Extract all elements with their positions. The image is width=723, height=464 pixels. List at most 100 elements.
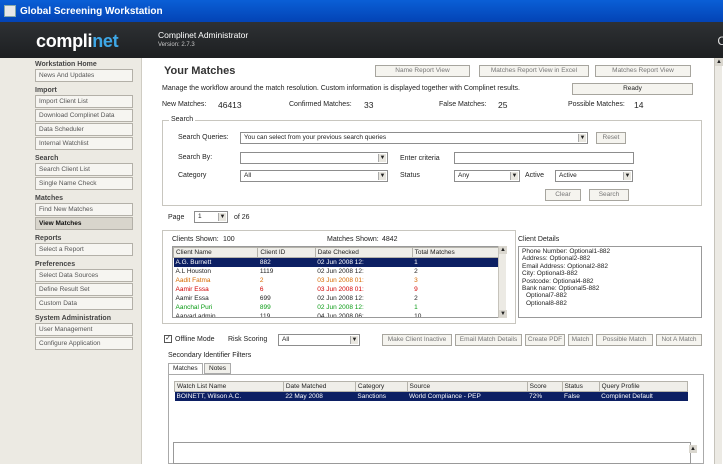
scroll-up-icon[interactable]: ▲ bbox=[689, 445, 697, 453]
sidebar-item[interactable]: View Matches bbox=[35, 217, 133, 230]
tab-matches[interactable]: Matches bbox=[168, 363, 203, 374]
column-header[interactable]: Status bbox=[561, 381, 600, 392]
sidebar-item[interactable]: Configure Application bbox=[35, 337, 133, 350]
client-detail-line: City: Optional3-882 bbox=[522, 270, 578, 278]
false-matches-value: 25 bbox=[498, 100, 508, 110]
client-id-cell: 882 bbox=[259, 259, 271, 266]
column-header[interactable]: Total Matches bbox=[411, 247, 500, 258]
offline-mode-checkbox[interactable]: ✓ bbox=[164, 335, 172, 343]
column-header[interactable]: Date Matched bbox=[282, 381, 356, 392]
client-name-cell: Aamir Essa bbox=[175, 286, 209, 293]
matches-report-excel-button[interactable]: Matches Report View in Excel bbox=[479, 65, 589, 77]
sidebar-item[interactable]: Search Client List bbox=[35, 163, 133, 176]
status-select[interactable]: Any ▼ bbox=[454, 170, 520, 182]
client-name-cell: Aamir Essa bbox=[175, 295, 209, 302]
scroll-down-icon[interactable]: ▼ bbox=[499, 310, 507, 318]
chevron-down-icon: ▼ bbox=[350, 336, 358, 344]
risk-scoring-select[interactable]: All ▼ bbox=[278, 334, 360, 346]
action-button[interactable]: Make Client Inactive bbox=[382, 334, 452, 346]
column-header[interactable]: Query Profile bbox=[598, 381, 689, 392]
admin-title: Complinet Administrator bbox=[158, 30, 249, 40]
page-scrollbar[interactable]: ▲ bbox=[714, 58, 723, 464]
sidebar-item[interactable]: Single Name Check bbox=[35, 177, 133, 190]
page-select[interactable]: 1 ▼ bbox=[194, 211, 228, 223]
search-by-select[interactable]: ▼ bbox=[240, 152, 388, 164]
category-label: Category bbox=[178, 172, 207, 179]
sidebar-item[interactable]: User Management bbox=[35, 323, 133, 336]
page-count: of 26 bbox=[234, 214, 250, 221]
date-checked-cell: 02 Jun 2008 12: bbox=[317, 268, 364, 275]
action-button[interactable]: Email Match Details bbox=[455, 334, 522, 346]
table-row[interactable]: Aanchal Puri 899 02 Jun 2008 12: 1 bbox=[174, 303, 499, 312]
column-header[interactable]: Client ID bbox=[257, 247, 316, 258]
table-row[interactable]: BOINETT, Wilson A.C. 22 May 2008 Sanctio… bbox=[174, 391, 688, 401]
date-checked-cell: 04 Jun 2008 06: bbox=[317, 313, 364, 318]
action-button[interactable]: Possible Match bbox=[596, 334, 653, 346]
source-cell: World Compliance - PEP bbox=[409, 393, 481, 400]
client-details-label: Client Details bbox=[518, 236, 560, 243]
sidebar-item[interactable]: News And Updates bbox=[35, 69, 133, 82]
clients-shown-label: Clients Shown: bbox=[172, 236, 219, 243]
status-value: Any bbox=[458, 172, 470, 179]
notes-box[interactable] bbox=[173, 442, 691, 464]
table-row[interactable]: Aamir Essa 6 03 Jun 2008 01: 9 bbox=[174, 285, 499, 294]
sidebar-item[interactable]: Data Scheduler bbox=[35, 123, 133, 136]
name-report-view-button[interactable]: Name Report View bbox=[375, 65, 470, 77]
client-id-cell: 2 bbox=[259, 277, 264, 284]
column-header[interactable]: Watch List Name bbox=[174, 381, 284, 392]
scroll-up-icon[interactable]: ▲ bbox=[499, 246, 507, 254]
search-queries-select[interactable]: You can select from your previous search… bbox=[240, 132, 588, 144]
sidebar-item[interactable]: Internal Watchlist bbox=[35, 137, 133, 150]
sidebar-item[interactable]: Define Result Set bbox=[35, 283, 133, 296]
clear-button[interactable]: Clear bbox=[545, 189, 581, 201]
table-row[interactable]: Aamir Essa 699 02 Jun 2008 12: 2 bbox=[174, 294, 499, 303]
column-header[interactable]: Date Checked bbox=[314, 247, 413, 258]
category-select[interactable]: All ▼ bbox=[240, 170, 388, 182]
sidebar-item[interactable]: Select a Report bbox=[35, 243, 133, 256]
reset-button[interactable]: Reset bbox=[596, 132, 626, 144]
watch-list-name-cell: BOINETT, Wilson A.C. bbox=[176, 393, 242, 400]
action-button[interactable]: Create PDF bbox=[525, 334, 565, 346]
table-row[interactable]: A.L Houston 1119 02 Jun 2008 12: 2 bbox=[174, 267, 499, 276]
client-id-cell: 1119 bbox=[259, 268, 274, 275]
table-row[interactable]: A.G. Burnett 882 02 Jun 2008 12: 1 bbox=[173, 257, 499, 267]
table-row[interactable]: Aarvad admin 119 04 Jun 2008 06: 10 bbox=[174, 312, 499, 318]
sidebar-item[interactable]: Import Client List bbox=[35, 95, 133, 108]
chevron-down-icon: ▼ bbox=[378, 172, 386, 180]
matches-report-view-button[interactable]: Matches Report View bbox=[595, 65, 691, 77]
column-header[interactable]: Score bbox=[526, 381, 563, 392]
confirmed-matches-value: 33 bbox=[364, 100, 374, 110]
risk-scoring-value: All bbox=[282, 336, 290, 343]
active-select[interactable]: Active ▼ bbox=[555, 170, 633, 182]
category-cell: Sanctions bbox=[357, 393, 386, 400]
sidebar-item[interactable]: Select Data Sources bbox=[35, 269, 133, 282]
sidebar-section-title: Search bbox=[35, 155, 59, 162]
action-button[interactable]: Match bbox=[568, 334, 593, 346]
client-name-cell: Aanchal Puri bbox=[175, 304, 213, 311]
active-label: Active bbox=[525, 172, 545, 179]
action-button[interactable]: Not A Match bbox=[656, 334, 702, 346]
scroll-up-icon[interactable]: ▲ bbox=[715, 58, 723, 66]
sidebar-item[interactable]: Custom Data bbox=[35, 297, 133, 310]
column-header[interactable]: Source bbox=[406, 381, 528, 392]
column-header[interactable]: Client Name bbox=[173, 247, 259, 258]
column-header[interactable]: Category bbox=[354, 381, 408, 392]
total-matches-cell: 3 bbox=[414, 277, 418, 284]
sidebar: Workstation Home News And Updates Import Im… bbox=[0, 58, 142, 464]
right-edge-glyph: C bbox=[717, 34, 723, 48]
sidebar-item[interactable]: Find New Matches bbox=[35, 203, 133, 216]
client-detail-line: Phone Number: Optional1-882 bbox=[522, 248, 611, 255]
total-matches-cell: 2 bbox=[414, 268, 418, 275]
client-detail-line: Bank name: Optional5-882 bbox=[522, 285, 600, 293]
client-name-cell: A.L Houston bbox=[175, 268, 212, 275]
secondary-filters-label: Secondary Identifier Filters bbox=[168, 352, 252, 359]
sidebar-section-title: Matches bbox=[35, 195, 64, 202]
client-id-cell: 899 bbox=[259, 304, 271, 311]
search-button[interactable]: Search bbox=[589, 189, 629, 201]
criteria-input[interactable] bbox=[454, 152, 634, 164]
search-legend: Search bbox=[169, 116, 196, 123]
sidebar-item[interactable]: Download Complinet Data bbox=[35, 109, 133, 122]
tab-notes[interactable]: Notes bbox=[204, 363, 231, 374]
table-row[interactable]: Aadit Fatma 2 03 Jun 2008 01: 3 bbox=[174, 276, 499, 285]
clients-scrollbar[interactable]: ▲ ▼ bbox=[498, 246, 507, 318]
